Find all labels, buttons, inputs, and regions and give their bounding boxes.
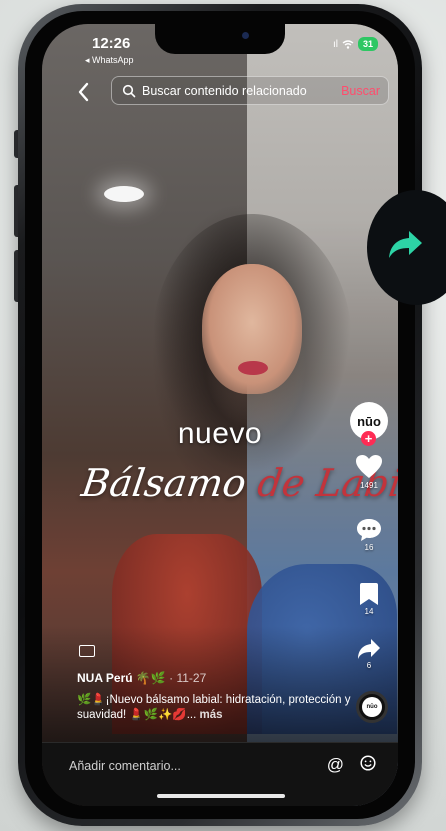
caption-toggle-icon[interactable] [79, 645, 95, 657]
overlay-title-main: Bálsamo [78, 461, 249, 505]
save-action[interactable]: 14 [352, 582, 386, 616]
overlay-text-nuevo: nuevo [177, 417, 263, 450]
status-indicators: ıl 31 [333, 37, 378, 51]
share-icon [358, 639, 380, 659]
post-caption: 🌿💄¡Nuevo bálsamo labial: hidratación, pr… [77, 693, 367, 723]
follow-button[interactable]: + [361, 431, 376, 446]
phone-frame: 12:26 ◂ WhatsApp ıl 31 Buscar contenido … [18, 4, 422, 826]
share-arrow-icon [389, 231, 422, 258]
battery-icon: 31 [357, 37, 378, 51]
bookmark-icon [360, 583, 378, 605]
caption-more-link[interactable]: más [200, 709, 223, 721]
comment-input[interactable]: Añadir comentario... [69, 759, 181, 773]
comment-action[interactable]: 16 [352, 518, 386, 552]
comment-count: 16 [364, 543, 374, 552]
share-count: 6 [366, 661, 372, 670]
wifi-icon [342, 39, 354, 49]
mention-icon[interactable]: @ [327, 755, 344, 775]
search-placeholder: Buscar contenido relacionado [142, 83, 307, 98]
like-action[interactable]: 1491 [352, 454, 386, 490]
search-icon [122, 84, 136, 97]
author-name[interactable]: NUA Perú 🌴🌿 [77, 671, 166, 685]
search-input[interactable]: Buscar contenido relacionado Buscar [111, 76, 389, 105]
signal-icon: ıl [332, 38, 338, 50]
heart-icon [356, 455, 382, 478]
back-to-app-link[interactable]: ◂ WhatsApp [85, 55, 134, 66]
ceiling-lamp [104, 186, 144, 202]
save-count: 14 [364, 607, 374, 616]
emoji-icon[interactable] [360, 755, 376, 771]
overlay-title: Bálsamo de Labios [78, 461, 398, 505]
woman-lips [238, 361, 268, 375]
status-time: 12:26 [92, 35, 131, 52]
search-button[interactable]: Buscar [341, 84, 380, 98]
share-action[interactable]: 6 [352, 638, 386, 670]
notch [155, 24, 285, 54]
comment-bar: Añadir comentario... @ [42, 742, 398, 806]
front-camera [242, 32, 249, 39]
like-count: 1491 [360, 481, 378, 490]
phone-screen: 12:26 ◂ WhatsApp ıl 31 Buscar contenido … [42, 24, 398, 806]
back-arrow-icon[interactable] [76, 80, 92, 104]
comment-icon [357, 519, 381, 541]
home-indicator[interactable] [157, 794, 285, 798]
post-date: · 11-27 [169, 671, 207, 685]
page-canvas: 12:26 ◂ WhatsApp ıl 31 Buscar contenido … [0, 0, 446, 831]
author-line: NUA Perú 🌴🌿 · 11-27 [77, 671, 206, 685]
